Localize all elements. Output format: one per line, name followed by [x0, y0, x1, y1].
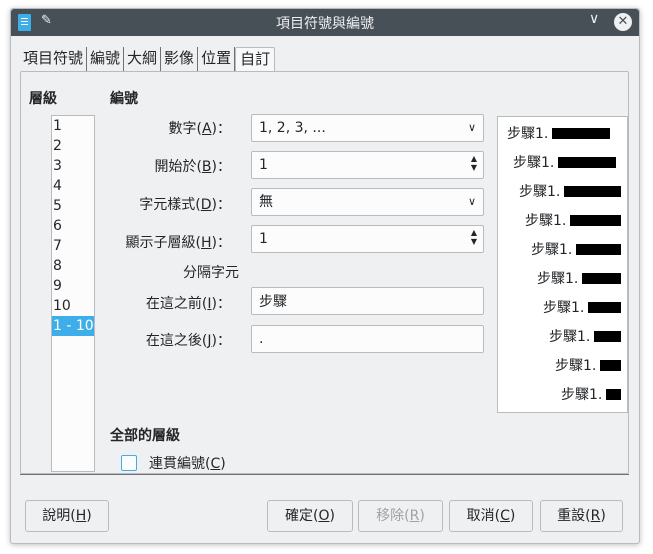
tab-outline[interactable]: 大綱	[124, 47, 162, 71]
show-sublevels-spinner[interactable]: 1 ▲ ▼	[251, 225, 484, 253]
level-item-4[interactable]: 4	[52, 176, 94, 196]
consecutive-numbering-label[interactable]: 連貫編號(C)	[149, 453, 226, 473]
reset-button[interactable]: 重設(R)	[540, 500, 623, 532]
ok-button[interactable]: 確定(O)	[267, 500, 353, 532]
numbering-preview: 步驟1. 步驟1. 步驟1. 步驟1. 步驟1. 步驟1. 步驟1. 步驟1. …	[497, 116, 628, 413]
spin-arrows-icon[interactable]: ▲ ▼	[471, 154, 477, 172]
preview-row-1: 步驟1.	[507, 123, 611, 143]
panel-divider	[20, 474, 629, 475]
all-levels-label: 全部的層級	[110, 428, 180, 444]
level-section-label: 層級	[29, 91, 57, 107]
before-label: 在這之前(I)：	[145, 296, 231, 312]
tab-bar: 項目符號 編號 大綱 影像 位置 自訂	[20, 47, 276, 71]
dialog-window: ✎ 項目符號與編號 ∨ ✕ 項目符號 編號 大綱 影像 位置 自訂 層級 編號 …	[10, 8, 640, 544]
preview-row-6: 步驟1.	[537, 268, 622, 288]
cancel-button[interactable]: 取消(C)	[449, 500, 533, 532]
chevron-down-icon: ∨	[467, 195, 476, 208]
customize-panel: 層級 編號 1 2 3 4 5 6 7 8 9 10 1 - 10 數字(A)：…	[20, 71, 629, 474]
spin-arrows-icon[interactable]: ▲ ▼	[471, 228, 477, 246]
tab-numbering[interactable]: 編號	[87, 47, 125, 71]
tab-bullets[interactable]: 項目符號	[20, 47, 88, 71]
minimize-icon[interactable]: ∨	[589, 11, 599, 27]
remove-button[interactable]: 移除(R)	[358, 500, 443, 532]
preview-text-bar	[576, 243, 622, 255]
preview-row-10: 步驟1.	[561, 384, 622, 404]
preview-row-2: 步驟1.	[513, 152, 617, 172]
preview-text-bar	[558, 156, 617, 168]
preview-row-8: 步驟1.	[549, 326, 622, 346]
numbering-section-label: 編號	[110, 91, 138, 107]
after-label: 在這之後(J)：	[145, 333, 231, 349]
preview-text-bar	[564, 185, 622, 197]
preview-text-bar	[606, 388, 622, 400]
separator-heading: 分隔字元	[183, 265, 239, 281]
help-button[interactable]: 說明(H)	[25, 500, 109, 532]
preview-row-5: 步驟1.	[531, 239, 622, 259]
title-bar[interactable]: ✎ 項目符號與編號 ∨ ✕	[11, 9, 639, 36]
char-style-label: 字元樣式(D)：	[139, 197, 231, 213]
preview-text-bar	[582, 272, 622, 284]
preview-row-9: 步驟1.	[555, 355, 622, 375]
close-icon[interactable]: ✕	[614, 13, 632, 31]
number-format-label: 數字(A)：	[168, 121, 231, 137]
tab-customize[interactable]: 自訂	[235, 47, 276, 71]
window-title: 項目符號與編號	[276, 16, 374, 32]
tab-position[interactable]: 位置	[198, 47, 236, 71]
after-input[interactable]	[251, 325, 484, 353]
show-sublevels-label: 顯示子層級(H)：	[125, 235, 231, 251]
start-at-label: 開始於(B)：	[154, 159, 231, 175]
preview-text-bar	[552, 127, 611, 139]
consecutive-numbering-checkbox[interactable]	[121, 455, 137, 471]
preview-row-4: 步驟1.	[525, 210, 622, 230]
preview-text-bar	[588, 301, 622, 313]
preview-text-bar	[570, 214, 622, 226]
preview-text-bar	[600, 359, 622, 371]
preview-text-bar	[594, 330, 622, 342]
tab-image[interactable]: 影像	[161, 47, 199, 71]
level-item-2[interactable]: 2	[52, 136, 94, 156]
char-style-select[interactable]: 無 ∨	[251, 188, 484, 216]
preview-row-7: 步驟1.	[543, 297, 622, 317]
number-format-select[interactable]: 1, 2, 3, ... ∨	[251, 114, 484, 142]
start-at-spinner[interactable]: 1 ▲ ▼	[251, 151, 484, 179]
before-input[interactable]	[251, 287, 484, 315]
preview-row-3: 步驟1.	[519, 181, 622, 201]
chevron-down-icon: ∨	[467, 121, 476, 134]
